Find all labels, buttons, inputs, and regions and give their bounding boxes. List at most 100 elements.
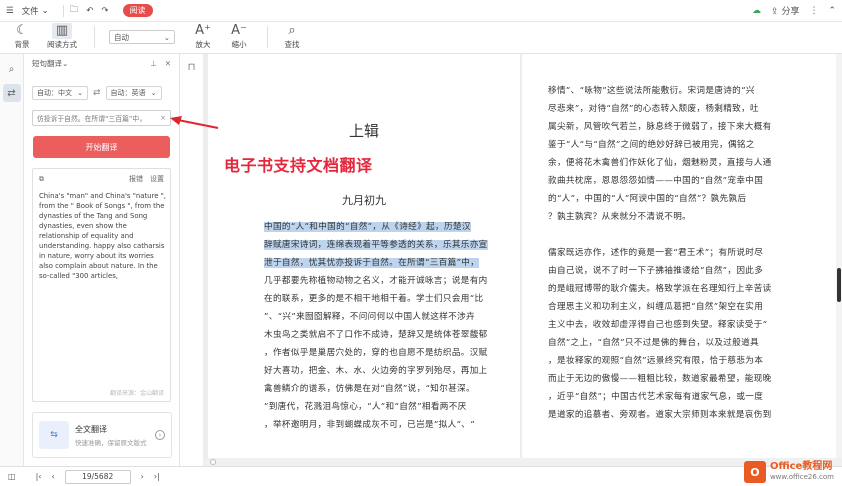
text-line: 的“人”，中国的“人”阿谀中国的“自然”？孰先孰后 — [548, 194, 747, 204]
zoom-out-icon: A⁻ — [231, 23, 247, 38]
zoom-out-button[interactable]: A⁻ 缩小 — [223, 23, 255, 50]
redo-icon[interactable]: ↷ — [101, 6, 108, 16]
settings-button[interactable]: 设置 — [150, 174, 164, 184]
start-translate-button[interactable]: 开始翻译 — [33, 136, 170, 158]
pin-icon[interactable]: ⊥ — [150, 59, 157, 68]
chapter-title: 上辑 — [348, 122, 379, 140]
chevron-right-icon[interactable]: › — [155, 430, 165, 440]
text-line: ，近乎“自然”；中国古代艺术家每有道家气息，或一度 — [548, 392, 764, 402]
language-row: 自动：中文 ⌄ ⇄ 自动：英语 ⌄ — [24, 86, 179, 100]
text-line: 在的联系，更多的是不相干地相干着。学士们只会用“比 — [264, 294, 484, 304]
translate-panel: 短句翻译 ⌄ ⊥ ✕ 自动：中文 ⌄ ⇄ 自动：英语 ⌄ 仿投诉于自然。在所谓“三百篇”… — [24, 54, 180, 466]
reading-mode-badge[interactable]: 阅读 — [122, 4, 153, 17]
undo-icon[interactable]: ↶ — [86, 6, 93, 16]
file-menu[interactable]: 文件 ⌄ — [22, 5, 49, 17]
result-source: 翻译来源：金山翻译 — [109, 390, 164, 397]
chevron-down-icon: ⌄ — [41, 5, 49, 16]
chevron-down-icon: ⌄ — [62, 58, 69, 68]
prev-page-icon[interactable]: ‹ — [51, 472, 54, 481]
text-line: 好大喜功，把金、木、水、火边旁的字罗列殆尽，再加上 — [264, 366, 488, 376]
scroll-thumb[interactable] — [837, 268, 841, 302]
watermark: O Office教程网 www.office26.com — [743, 458, 834, 486]
text-line: 款曲共枕席，恩恩怨怨如情——中国的“自然”宠幸中国 — [548, 176, 764, 186]
page-number-input[interactable]: 19/5682 — [64, 469, 131, 484]
annotation-title: 电子书支持文档翻译 — [224, 156, 373, 175]
office-logo-icon: O — [743, 461, 766, 483]
zoom-select[interactable]: 自动 ⌄ — [109, 30, 175, 44]
text-line: 主义中去，收效却虚浮得自己也感到失望。释家读受于“ — [548, 320, 768, 330]
text-line: ？孰主孰宾？从来就分不清说不明。 — [548, 212, 692, 222]
report-button[interactable]: 报错 — [129, 174, 143, 184]
search-icon: ⌕ — [288, 23, 296, 38]
background-button[interactable]: ☾ 背景 — [6, 23, 38, 50]
cloud-sync-icon[interactable]: ☁ — [752, 6, 761, 16]
text-line: 是道家的追慕者、旁观者。道家大宗师则本来就是哀伤到 — [548, 410, 772, 420]
text-line: 属尖新，风管吹气若兰，脉息终于微弱了，接下来大概有 — [548, 122, 772, 132]
full-translate-title: 全文翻译 — [75, 424, 107, 434]
text-line: 几乎都要先称植物动物之名义，才能开诚咏言；说是有内 — [264, 276, 488, 286]
zoom-in-icon: A⁺ — [195, 23, 211, 38]
page-right: 移情”、“咏物”这些说法所能敷衍。宋词是唐诗的“兴 尽悲来”，对待“自然”的心态转… — [522, 54, 838, 458]
text-line: 木虫鸟之类就启不了口作不成诗，楚辞又是统体苍翠馥郁 — [264, 330, 488, 340]
watermark-url: www.office26.com — [769, 473, 834, 481]
source-text-input[interactable]: 仿投诉于自然。在所谓“三百篇”中， × — [32, 110, 171, 126]
folder-icon[interactable]: 🗀 — [70, 4, 79, 18]
full-translate-card[interactable]: ⇆ 全文翻译 快速准确，保留原文版式 › — [32, 412, 172, 458]
panel-title[interactable]: 短句翻译 — [32, 58, 62, 69]
panel-header: 短句翻译 ⌄ ⊥ ✕ — [24, 54, 179, 72]
document-translate-icon: ⇆ — [39, 421, 69, 449]
share-button[interactable]: ⇪ 分享 — [771, 4, 799, 17]
divider — [94, 26, 95, 48]
collapse-icon[interactable]: ⌃ — [828, 6, 836, 16]
text-line: 中国的“人”和中国的“自然”，从《诗经》起，历楚汉 — [264, 218, 488, 236]
menu-icon[interactable]: ☰ — [6, 6, 14, 16]
section-title: 九月初九 — [342, 194, 386, 207]
sidebar-toggle-icon[interactable]: ◫ — [8, 472, 16, 481]
target-language-select[interactable]: 自动：英语 ⌄ — [105, 86, 162, 100]
reading-area: 上辑 电子书支持文档翻译 九月初九 中国的“人”和中国的“自然”，从《诗经》起，… — [204, 54, 842, 466]
highlighted-text[interactable]: 辞赋唐宋诗词，连绵表现着平等参透的关系，乐其乐亦宣 — [264, 240, 488, 250]
copy-icon[interactable]: ⧉ — [39, 175, 44, 184]
chevron-down-icon: ⌄ — [150, 89, 157, 97]
last-page-icon[interactable]: ›| — [154, 472, 160, 481]
result-text: China's "man" and China's "nature ", fro… — [39, 192, 166, 280]
next-page-icon[interactable]: › — [141, 472, 144, 481]
swap-icon[interactable]: ⇄ — [93, 88, 101, 98]
text-line: 的是峨冠博带的耿介儒夫。格致学派在名理知行上辛苦读 — [548, 284, 772, 294]
highlighted-text[interactable]: 中国的“人”和中国的“自然”，从《诗经》起，历楚汉 — [264, 222, 471, 232]
clear-icon[interactable]: × — [160, 114, 166, 122]
text-line: ”到唐代，花溅泪鸟惊心，“人”和“自然”相看两不厌 — [264, 402, 467, 412]
text-line: ，是妆释家的观照“自然”远景终究有限，恰于慈悲为本 — [548, 356, 764, 366]
text-line: 合理思主义和功利主义，纠缠瓜葛把“自然”架空在实用 — [548, 302, 764, 312]
source-language-select[interactable]: 自动：中文 ⌄ — [32, 86, 88, 100]
text-line: ，举杯邀明月，非到蝴蝶成灰不可，已岂是“拟人”、“ — [264, 420, 475, 430]
text-line: 泄于自然，忧其忧亦投诉于自然。在所谓“三百篇”中， — [264, 254, 488, 272]
divider — [267, 26, 268, 48]
reading-mode-button[interactable]: ▥ 阅读方式 — [42, 23, 82, 50]
result-box: ⧉ 报错 设置 China's "man" and China's "nature… — [32, 168, 171, 402]
text-line: 鉴于“人”与“自然”之间的绝妙好辞已被用完，偶铭之 — [548, 140, 755, 150]
full-translate-desc: 快速准确，保留原文版式 — [75, 438, 147, 447]
find-button[interactable]: ⌕ 查找 — [276, 23, 308, 50]
bookmark-icon[interactable]: ⊓ — [186, 62, 198, 74]
page-right-paragraph-1: 移情”、“咏物”这些说法所能敷衍。宋词是唐诗的“兴 尽悲来”，对待“自然”的心态转… — [548, 82, 772, 226]
close-icon[interactable]: ✕ — [165, 59, 171, 68]
text-line: 由自己说，说不了时一下子拂袖推诿给“自然”，因此多 — [548, 266, 764, 276]
translate-icon[interactable]: ⇄ — [2, 84, 21, 102]
text-line: 辞赋唐宋诗词，连绵表现着平等参透的关系，乐其乐亦宣 — [264, 236, 488, 254]
search-icon[interactable]: ⌕ — [3, 60, 21, 78]
zoom-in-button[interactable]: A⁺ 放大 — [187, 23, 219, 50]
first-page-icon[interactable]: |‹ — [36, 472, 42, 481]
text-line: 禽兽鳞介的谱系，仿佛是在对“自然”说，“知尔甚深。 — [264, 384, 475, 394]
page-right-paragraph-2: 儒家既远亦作，述作的竟是一套“君王术”；有所说时尽 由自己说，说不了时一下子拂袖推… — [548, 244, 772, 424]
side-icon-column: ⌕ ⇄ — [0, 54, 24, 466]
highlighted-text[interactable]: 泄于自然，忧其忧亦投诉于自然。在所谓“三百篇”中， — [264, 258, 480, 268]
vertical-scrollbar[interactable] — [836, 54, 842, 458]
scroll-handle[interactable] — [210, 459, 216, 465]
status-bar: ◫ |‹ ‹ 19/5682 › ›| — [0, 466, 842, 486]
chevron-down-icon: ⌄ — [77, 89, 83, 97]
more-icon[interactable]: ⋮ — [809, 6, 818, 16]
watermark-brand: Office教程网 — [769, 461, 833, 472]
text-line: 儒家既远亦作，述作的竟是一套“君王术”；有所说时尽 — [548, 248, 764, 258]
moon-icon: ☾ — [16, 23, 28, 38]
